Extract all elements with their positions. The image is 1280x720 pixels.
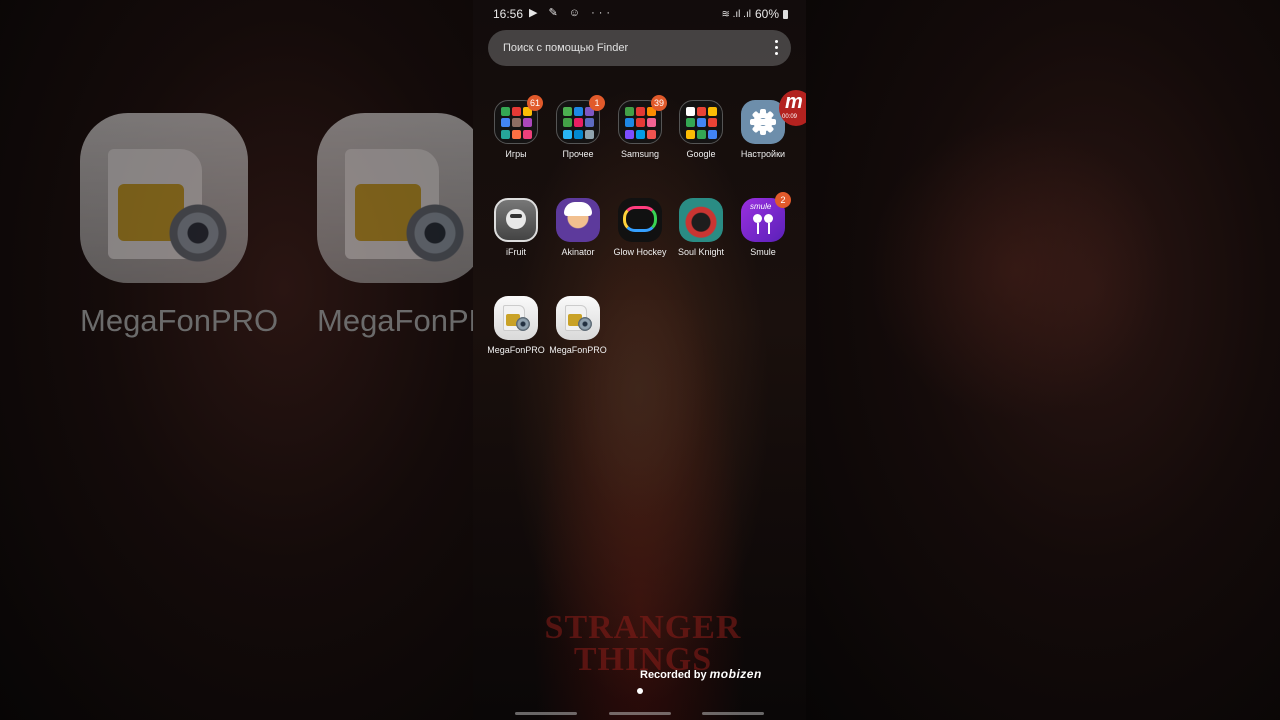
megafon-sim-icon [556,296,600,340]
status-bar: 16:56 ▶ ✎ ☺ ··· ≋ .ıl .ıl 60% [473,0,806,26]
app-label: Настройки [740,149,786,159]
app-label: Glow Hockey [613,247,667,257]
app-label: Игры [505,149,527,159]
background-blur-right [806,0,1280,720]
folder-icon: 1 [556,95,605,144]
app-label: Akinator [561,247,595,257]
nav-home-button[interactable] [609,712,671,715]
app-ifruit[interactable]: iFruit [485,198,547,257]
notification-badge: 61 [527,95,543,111]
nav-back-button[interactable] [702,712,764,715]
nav-recent-button[interactable] [515,712,577,715]
akinator-icon [556,198,600,242]
folder-games[interactable]: 61 Игры [485,95,547,159]
folder-icon: 39 [618,95,667,144]
app-megafonpro-2[interactable]: MegaFonPRO [547,296,609,355]
app-label: Smule [750,247,776,257]
glow-hockey-icon [618,198,662,242]
finder-search-bar[interactable]: Поиск с помощью Finder [488,30,791,66]
app-megafonpro-1[interactable]: MegaFonPRO [485,296,547,355]
app-label: MegaFonPRO [549,345,607,355]
more-options-icon[interactable] [775,40,779,58]
background-app-megafon-2: MegaFonPRO [317,113,473,339]
app-label: iFruit [506,247,526,257]
background-app-megafon-1: MegaFonPRO [80,113,279,339]
navigation-bar [473,711,806,716]
recording-timer: 00:09 [782,114,798,120]
megafon-sim-icon [80,113,248,283]
folder-google[interactable]: Google [670,100,732,159]
soul-knight-icon [679,198,723,242]
recorded-by-watermark: Recorded by mobizen [640,667,762,681]
status-time: 16:56 [493,7,524,21]
folder-other[interactable]: 1 Прочее [547,95,609,159]
ifruit-icon [494,198,538,242]
status-right: ≋ .ıl .ıl 60% [721,7,788,21]
page-indicator-dot [637,688,643,694]
notification-badge: 1 [589,95,605,111]
folder-icon [679,100,723,144]
app-label: Google [686,149,716,159]
app-label: Samsung [620,149,660,159]
megafon-sim-icon [317,113,473,283]
app-label: Soul Knight [677,247,725,257]
notification-badge: 39 [651,95,667,111]
phone-home-screen: STRANGER THINGS 16:56 ▶ ✎ ☺ ··· ≋ .ıl .ı… [473,0,806,720]
mobizen-logo: mobizen [709,667,762,681]
notification-icons: ▶ ✎ ☺ ··· [529,7,615,19]
background-blur-left: MegaFonPRO MegaFonPRO [0,0,473,720]
megafon-sim-icon [494,296,538,340]
mobizen-floating-bubble[interactable]: m 00:09 [779,90,806,126]
signal-icon: ≋ .ıl .ıl [721,8,751,20]
app-soul-knight[interactable]: Soul Knight [670,198,732,257]
app-label: MegaFonPRO [487,345,545,355]
folder-icon: 61 [494,95,543,144]
battery-icon [783,9,788,19]
app-smule[interactable]: smule 2 Smule [732,192,794,257]
folder-samsung[interactable]: 39 Samsung [609,95,671,159]
smule-icon: smule 2 [741,192,791,242]
battery-percent: 60% [754,7,779,21]
search-input[interactable]: Поиск с помощью Finder [503,42,628,54]
app-label: Прочее [562,149,594,159]
app-akinator[interactable]: Akinator [547,198,609,257]
background-app-label: MegaFonPRO [317,303,473,338]
background-app-label: MegaFonPRO [80,303,279,338]
app-glow-hockey[interactable]: Glow Hockey [609,198,671,257]
notification-badge: 2 [775,192,791,208]
mobizen-logo-icon: m [785,91,803,113]
